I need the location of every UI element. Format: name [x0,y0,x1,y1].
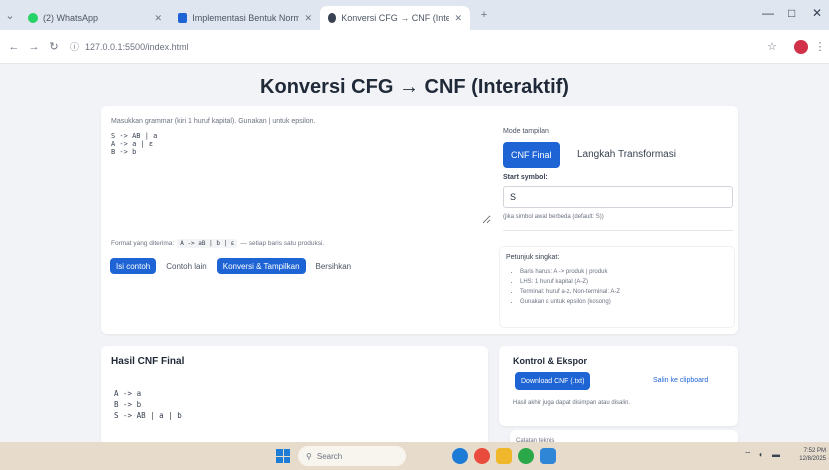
input-card: Masukkan grammar (kiri 1 huruf kapital).… [101,106,738,334]
control-title: Kontrol & Ekspor [513,356,588,366]
browser-tab-konversi[interactable]: Konversi CFG → CNF (Interaktif) ✕ [320,6,470,30]
edge-icon[interactable] [452,448,468,464]
format-info: Format yang diterima: A -> aB | b | ε — … [111,239,325,248]
wifi-icon[interactable]: ⌔ [744,450,752,460]
windows-start-icon[interactable] [276,449,290,463]
convert-button[interactable]: Konversi & Tampilkan [216,258,306,274]
address-bar: ← → ↻ ⓘ 127.0.0.1:5500/index.html ☆ ⋮ [0,30,829,64]
close-window-button[interactable]: ✕ [812,6,822,20]
tip-item: Baris harus: A -> produk | produk [520,267,620,277]
battery-icon[interactable]: ▬ [772,450,780,459]
grammar-input[interactable]: S -> AB | a A -> a | ε B -> b [109,130,491,224]
back-icon[interactable]: ← [4,41,24,53]
new-tab-button[interactable]: + [474,9,494,21]
forward-icon[interactable]: → [24,41,44,53]
browser-tab-bar: ⌄ (2) WhatsApp ✕ Implementasi Bentuk Nor… [0,0,829,30]
tip-item: LHS: 1 huruf kapital (A-Z) [520,277,620,287]
speaker-icon[interactable]: ◖ [758,450,763,459]
whatsapp-icon [28,13,38,23]
cnf-result-card: Hasil CNF Final A -> a B -> b S -> AB | … [101,346,488,446]
start-symbol-help: (jika simbol awal berbeda (default: S)) [503,214,604,220]
copy-clipboard-button[interactable]: Salin ke clipboard [653,377,708,384]
vscode-icon[interactable] [540,448,556,464]
view-mode-label: Mode tampilan [503,128,549,135]
bookmark-star-icon[interactable]: ☆ [762,40,782,53]
close-icon[interactable]: ✕ [454,13,462,24]
tip-item: Terminal: huruf a-z, Non-terminal: A-Z [520,287,620,297]
tab-transformation-steps[interactable]: Langkah Transformasi [577,149,676,160]
url-field[interactable]: ⓘ 127.0.0.1:5500/index.html [70,36,189,58]
tab-list-icon[interactable]: ⌄ [0,9,20,22]
profile-avatar[interactable] [794,40,808,54]
control-card: Kontrol & Ekspor Download CNF (.txt) Sal… [499,346,738,426]
clear-button[interactable]: Bersihkan [316,262,352,271]
close-icon[interactable]: ✕ [154,13,162,24]
reload-icon[interactable]: ↻ [44,40,64,53]
other-example-button[interactable]: Contoh lain [166,262,206,271]
control-note: Hasil akhir juga dapat disimpan atau dis… [513,400,631,406]
grammar-hint: Masukkan grammar (kiri 1 huruf kapital).… [111,118,316,125]
tips-list: Baris harus: A -> produk | produk LHS: 1… [520,267,620,307]
start-symbol-input[interactable] [503,186,733,208]
maximize-button[interactable]: □ [788,6,795,20]
page-title: Konversi CFG → CNF (Interaktif) [260,76,569,98]
file-explorer-icon[interactable] [496,448,512,464]
taskbar-search[interactable]: ⚲ Search [298,446,406,466]
tab-cnf-final[interactable]: CNF Final [503,142,560,168]
chrome-icon[interactable] [474,448,490,464]
tips-title: Petunjuk singkat: [506,254,560,261]
page-content: Konversi CFG → CNF (Interaktif) Masukkan… [0,64,829,450]
tips-panel: Petunjuk singkat: Baris harus: A -> prod… [499,246,735,328]
action-buttons: Isi contoh Contoh lain Konversi & Tampil… [110,258,351,274]
minimize-button[interactable]: — [762,6,774,20]
taskbar: ⚲ Search ⌔ ◖ ▬ 7:52 PM 12/8/2025 [0,442,829,470]
divider [503,230,733,231]
info-icon: ⓘ [70,42,80,52]
menu-icon[interactable]: ⋮ [810,40,829,53]
whatsapp-icon[interactable] [518,448,534,464]
document-icon [178,13,188,23]
browser-tab-whatsapp[interactable]: (2) WhatsApp ✕ [20,6,170,30]
clock[interactable]: 7:52 PM 12/8/2025 [790,447,826,463]
search-icon: ⚲ [306,451,312,461]
cnf-output: A -> a B -> b S -> AB | a | b [114,389,182,420]
format-code: A -> aB | b | ε [177,239,238,248]
download-cnf-button[interactable]: Download CNF (.txt) [515,372,591,390]
tip-item: Gunakan ε untuk epsilon (kosong) [520,297,620,307]
close-icon[interactable]: ✕ [304,13,312,24]
cnf-result-title: Hasil CNF Final [111,356,185,367]
browser-tab-implementasi[interactable]: Implementasi Bentuk Normal ✕ [170,6,320,30]
start-symbol-label: Start symbol: [503,174,548,181]
globe-icon [328,13,337,23]
fill-example-button[interactable]: Isi contoh [110,258,157,274]
